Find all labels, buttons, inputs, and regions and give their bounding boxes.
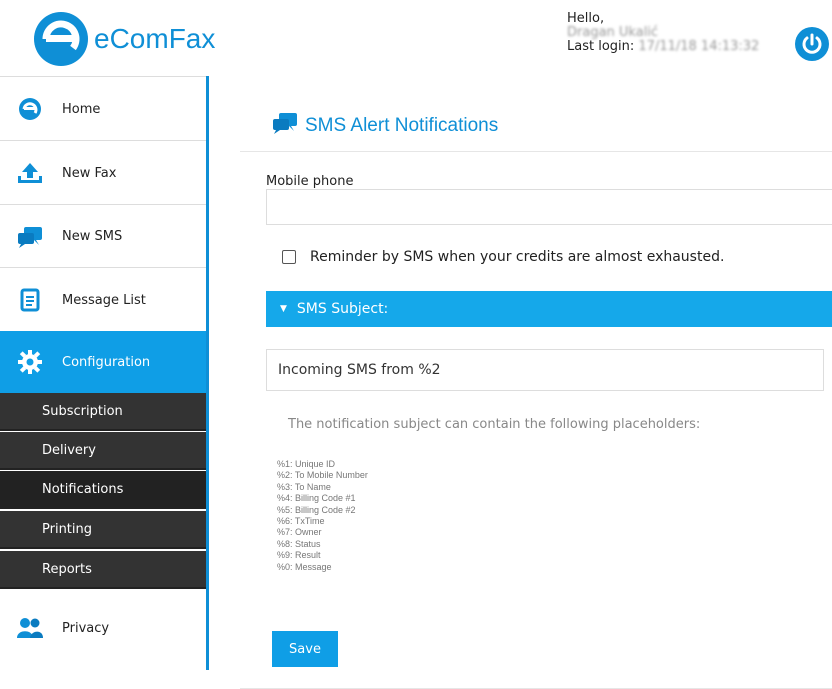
sms-subject-accordion[interactable]: ▼ SMS Subject: xyxy=(266,291,832,327)
list-item: %8: Status xyxy=(277,538,321,549)
placeholder-hint: The notification subject can contain the… xyxy=(288,417,701,432)
placeholder-list: %1: Unique ID %2: To Mobile Number %3: T… xyxy=(277,459,368,573)
sidebar-item-label: New SMS xyxy=(62,229,123,244)
users-icon xyxy=(16,614,44,642)
brand-logo[interactable]: eComFax xyxy=(32,10,215,68)
gear-icon xyxy=(16,348,44,376)
last-login-value: 17/11/18 14:13:32 xyxy=(638,39,760,54)
list-item: %0: Message xyxy=(277,561,332,572)
submenu-printing[interactable]: Printing xyxy=(0,511,206,549)
logout-button[interactable] xyxy=(795,27,829,61)
sidebar-item-configuration[interactable]: Configuration xyxy=(0,331,206,393)
last-login-label: Last login: xyxy=(567,39,635,54)
list-item: %3: To Name xyxy=(277,481,331,492)
list-item: %4: Billing Code #1 xyxy=(277,493,356,504)
home-icon xyxy=(16,95,44,123)
upload-icon xyxy=(16,159,44,187)
page-title-text: SMS Alert Notifications xyxy=(305,115,499,136)
sidebar-item-label: Configuration xyxy=(62,354,151,370)
list-item: %7: Owner xyxy=(277,527,322,538)
submenu-notifications[interactable]: Notifications xyxy=(0,471,206,509)
user-info: Hello, Dragan Ukalić Last login: 17/11/1… xyxy=(567,12,759,54)
brand-name: eComFax xyxy=(94,23,216,54)
accordion-title: SMS Subject: xyxy=(296,301,389,317)
chat-icon xyxy=(16,223,44,251)
header: eComFax Hello, Dragan Ukalić Last login:… xyxy=(0,0,832,76)
submenu-delivery[interactable]: Delivery xyxy=(0,432,206,470)
sidebar-item-home[interactable]: Home xyxy=(0,76,206,141)
reminder-checkbox[interactable] xyxy=(282,250,296,264)
sidebar-item-message-list[interactable]: Message List xyxy=(0,267,206,332)
list-item: %6: TxTime xyxy=(277,516,325,527)
hello-text: Hello, xyxy=(567,11,605,26)
sms-subject-input[interactable]: Incoming SMS from %2 xyxy=(266,349,824,391)
save-button[interactable]: Save xyxy=(272,631,338,667)
reminder-option[interactable]: Reminder by SMS when your credits are al… xyxy=(282,249,724,265)
sidebar-item-label: Home xyxy=(62,101,101,117)
sidebar-item-label: Message List xyxy=(62,292,146,308)
caret-down-icon: ▼ xyxy=(280,304,287,314)
submenu-reports[interactable]: Reports xyxy=(0,551,206,589)
page-title: SMS Alert Notifications xyxy=(271,111,498,141)
list-item: %5: Billing Code #2 xyxy=(277,504,356,515)
list-item: %1: Unique ID xyxy=(277,459,336,469)
mobile-phone-label: Mobile phone xyxy=(266,174,354,189)
sidebar-item-label: New Fax xyxy=(62,165,117,181)
power-icon xyxy=(802,33,822,54)
user-name: Dragan Ukalić xyxy=(567,25,659,40)
last-login: Last login: 17/11/18 14:13:32 xyxy=(567,40,759,54)
mobile-phone-input[interactable] xyxy=(266,189,832,225)
list-item: %9: Result xyxy=(277,550,321,561)
list-item: %2: To Mobile Number xyxy=(277,470,368,481)
sidebar-item-label: Privacy xyxy=(62,620,110,636)
sidebar-item-new-fax[interactable]: New Fax xyxy=(0,140,206,205)
sidebar-item-new-sms[interactable]: New SMS xyxy=(0,204,206,268)
document-list-icon xyxy=(16,286,44,314)
ecomfax-logo-icon xyxy=(34,12,88,66)
chat-icon xyxy=(271,111,299,141)
submenu-subscription[interactable]: Subscription xyxy=(0,393,206,431)
reminder-label: Reminder by SMS when your credits are al… xyxy=(310,249,725,265)
sidebar-item-privacy[interactable]: Privacy xyxy=(0,591,206,665)
